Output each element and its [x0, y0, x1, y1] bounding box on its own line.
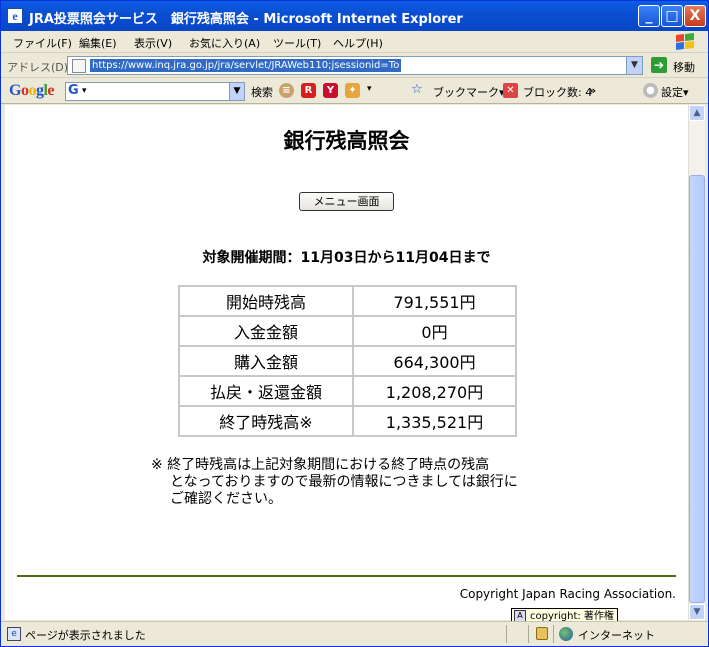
settings-icon[interactable]: ●: [643, 83, 658, 98]
close-button[interactable]: X: [684, 5, 706, 27]
address-input[interactable]: https://www.inq.jra.go.jp/jra/servlet/JR…: [67, 56, 643, 75]
google-search-input[interactable]: G ▾ ▼: [65, 82, 245, 101]
page-icon: [72, 59, 86, 73]
page-done-icon: e: [7, 627, 21, 641]
row-value: 791,551円: [352, 285, 517, 317]
google-toolbar: Google G ▾ ▼ 検索 ≡ R Y ✦ ▾ ☆ ブックマーク▾ ✕ ブロ…: [1, 79, 708, 104]
internet-zone-icon: [559, 627, 573, 641]
menu-edit[interactable]: 編集(E): [79, 35, 117, 51]
more-dropdown-icon[interactable]: ▾: [367, 84, 372, 94]
menu-view[interactable]: 表示(V): [134, 35, 172, 51]
title-bar: e JRA投票照会サービス 銀行残高照会 - Microsoft Interne…: [1, 1, 708, 31]
row-label: 開始時残高: [178, 285, 354, 317]
go-button[interactable]: 移動: [673, 59, 695, 75]
status-text: ページが表示されました: [25, 629, 146, 642]
row-label: 払戻・返還金額: [178, 375, 354, 407]
address-url: https://www.inq.jra.go.jp/jra/servlet/JR…: [90, 59, 402, 72]
star-icon[interactable]: ☆: [411, 82, 423, 97]
status-divider: [553, 625, 554, 643]
target-period: 対象開催期間：11月03日から11月04日まで: [202, 250, 491, 266]
menu-file[interactable]: ファイル(F): [13, 35, 72, 51]
menu-tools[interactable]: ツール(T): [273, 35, 321, 51]
maximize-button[interactable]: □: [661, 5, 683, 27]
toolbar-overflow-icon[interactable]: »: [589, 84, 596, 97]
engine-dropdown-icon[interactable]: ▾: [82, 86, 87, 96]
table-row: 入金金額 0円: [178, 315, 517, 347]
news-icon[interactable]: ≡: [279, 83, 294, 98]
menu-screen-button[interactable]: メニュー画面: [299, 192, 394, 211]
address-label: アドレス(D): [7, 61, 69, 74]
blocked-count[interactable]: ブロック数: 4: [523, 84, 592, 100]
address-bar: アドレス(D) https://www.inq.jra.go.jp/jra/se…: [1, 54, 708, 78]
status-divider: [528, 625, 529, 643]
google-search-dropdown-icon[interactable]: ▼: [229, 83, 244, 100]
note-line-1: ※ 終了時残高は上記対象期間における終了時点の残高: [151, 457, 490, 473]
scroll-down-icon[interactable]: ▼: [689, 604, 705, 620]
row-label: 入金金額: [178, 315, 354, 347]
copyright-text: Copyright Japan Racing Association.: [459, 587, 676, 601]
row-label: 終了時残高※: [178, 405, 354, 437]
row-value: 0円: [352, 315, 517, 347]
balance-table: 開始時残高 791,551円 入金金額 0円 購入金額 664,300円 払戻・返還金…: [178, 285, 517, 437]
settings-button[interactable]: 設定▾: [661, 84, 689, 100]
table-row: 開始時残高 791,551円: [178, 285, 517, 317]
note-line-3: ご確認ください。: [170, 491, 282, 507]
popup-blocker-icon[interactable]: ✕: [503, 83, 518, 98]
address-dropdown-icon[interactable]: ▼: [626, 57, 642, 74]
scroll-thumb[interactable]: [689, 175, 705, 603]
google-search-button[interactable]: 検索: [251, 84, 273, 100]
ie-icon: e: [7, 8, 23, 24]
pagerank-icon[interactable]: R: [301, 83, 316, 98]
page-title: 銀行残高照会: [283, 129, 410, 153]
lock-icon[interactable]: [536, 627, 548, 640]
menu-help[interactable]: ヘルプ(H): [333, 35, 383, 51]
window-title: JRA投票照会サービス 銀行残高照会 - Microsoft Internet …: [29, 12, 463, 27]
footer-divider: [17, 575, 676, 577]
status-divider: [506, 625, 507, 643]
row-value: 1,208,270円: [352, 375, 517, 407]
browser-window: e JRA投票照会サービス 銀行残高照会 - Microsoft Interne…: [0, 0, 709, 647]
table-row: 購入金額 664,300円: [178, 345, 517, 377]
row-value: 1,335,521円: [352, 405, 517, 437]
menu-bar: ファイル(F) 編集(E) 表示(V) お気に入り(A) ツール(T) ヘルプ(…: [1, 31, 708, 53]
scroll-up-icon[interactable]: ▲: [689, 105, 705, 121]
table-row: 払戻・返還金額 1,208,270円: [178, 375, 517, 407]
google-logo: Google: [9, 82, 55, 99]
extension-icon[interactable]: ✦: [345, 83, 360, 98]
bookmarks-button[interactable]: ブックマーク▾: [433, 84, 505, 100]
yahoo-icon[interactable]: Y: [323, 83, 338, 98]
vertical-scrollbar[interactable]: ▲ ▼: [688, 105, 705, 620]
security-zone: インターネット: [578, 629, 655, 642]
menu-favorites[interactable]: お気に入り(A): [189, 35, 260, 51]
table-row: 終了時残高※ 1,335,521円: [178, 405, 517, 437]
minimize-button[interactable]: _: [638, 5, 660, 27]
google-g-icon: G: [68, 83, 79, 98]
page-content: 銀行残高照会 メニュー画面 対象開催期間：11月03日から11月04日まで 開始…: [5, 105, 688, 620]
row-value: 664,300円: [352, 345, 517, 377]
note-line-2: となっておりますので最新の情報につきましては銀行に: [170, 474, 518, 490]
row-label: 購入金額: [178, 345, 354, 377]
go-arrow-icon[interactable]: ➔: [651, 57, 667, 73]
status-bar: e ページが表示されました インターネット: [1, 621, 708, 646]
balance-note: ※ 終了時残高は上記対象期間における終了時点の残高 となっておりますので最新の情…: [151, 457, 518, 508]
windows-logo-icon: [676, 33, 694, 50]
